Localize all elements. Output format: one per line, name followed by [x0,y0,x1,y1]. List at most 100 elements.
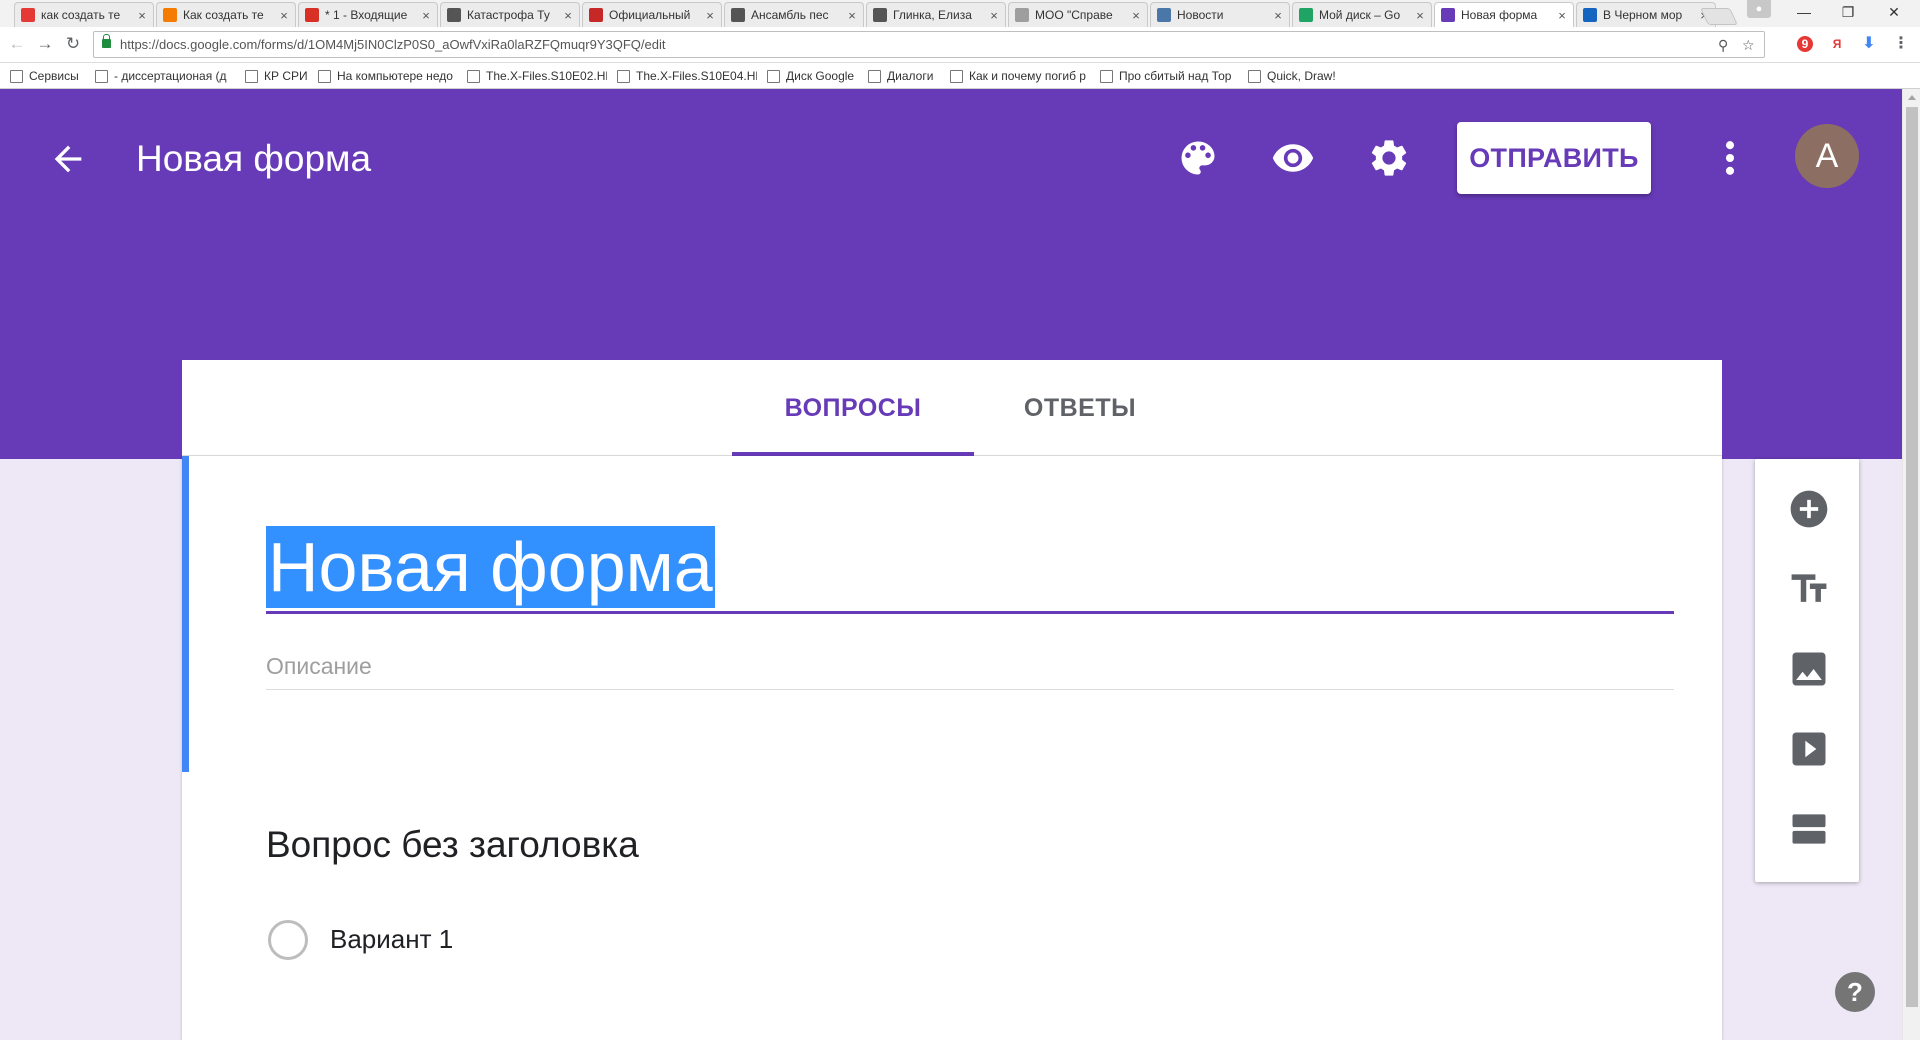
add-image-icon[interactable] [1787,647,1831,691]
tab-questions[interactable]: ВОПРОСЫ [732,360,974,456]
address-bar[interactable]: https://docs.google.com/forms/d/1OM4Mj5I… [93,31,1765,58]
maximize-icon[interactable]: ❐ [1826,0,1870,24]
bookmark-label: Сервисы [29,69,79,83]
close-tab-icon[interactable]: × [703,8,717,23]
bookmark-item[interactable]: Quick, Draw! [1248,69,1336,83]
bookmark-label: The.X-Files.S10E02.HD [486,69,607,83]
yandex-mail-extension-icon[interactable]: 9 [1797,36,1813,52]
bookmark-item[interactable]: The.X-Files.S10E04.HD [617,69,757,83]
browser-tab-title: Как создать те [183,8,264,22]
form-card: Новая форма Описание Вопрос без заголовк… [182,456,1722,1040]
browser-tab-title: Мой диск – Go [1319,8,1401,22]
settings-gear-icon[interactable] [1367,136,1411,180]
more-options-icon[interactable] [1715,136,1745,180]
url-text[interactable]: https://docs.google.com/forms/d/1OM4Mj5I… [120,37,666,52]
browser-tab-title: Глинка, Елиза [893,8,972,22]
browser-tab[interactable]: Официальный × [582,2,722,27]
page-scrollbar[interactable] [1902,89,1920,1040]
page-icon [1015,8,1029,22]
yandex-extension-icon[interactable]: Я [1828,35,1846,53]
folder-icon [245,69,258,83]
bookmark-label: The.X-Files.S10E04.HD [636,69,757,83]
form-title-header[interactable]: Новая форма [136,138,371,180]
browser-tab[interactable]: Как создать те × [156,2,296,27]
zoom-icon[interactable]: ⚲ [1718,37,1728,54]
bookmark-label: Как и почему погиб р [969,69,1086,83]
profile-icon[interactable]: ● [1747,0,1771,18]
browser-tab[interactable]: Мой диск – Go × [1292,2,1432,27]
close-tab-icon[interactable]: × [419,8,433,23]
add-section-icon[interactable] [1787,807,1831,851]
option-label[interactable]: Вариант 1 [330,924,453,955]
scrollbar-thumb[interactable] [1906,107,1918,1007]
form-tabs-bar: ВОПРОСЫ ОТВЕТЫ [182,360,1722,456]
close-window-icon[interactable]: ✕ [1872,0,1916,24]
bookmark-item[interactable]: The.X-Files.S10E02.HD [467,69,607,83]
form-title-input[interactable]: Новая форма [266,526,715,608]
bookmark-item[interactable]: На компьютере недо [318,69,453,83]
close-tab-icon[interactable]: × [1271,8,1285,23]
bookmark-star-icon[interactable]: ☆ [1742,37,1755,54]
browser-tab[interactable]: * 1 - Входящие × [298,2,438,27]
browser-tab[interactable]: В Черном мор× [1576,2,1716,27]
form-description-placeholder[interactable]: Описание [266,653,372,679]
browser-tab[interactable]: Катастрофа Ту × [440,2,580,27]
send-button[interactable]: ОТПРАВИТЬ [1457,122,1651,194]
video-icon [617,69,630,83]
help-button[interactable]: ? [1835,972,1875,1012]
bookmark-label: Диск Google [786,69,855,83]
close-tab-icon[interactable]: × [1555,8,1569,23]
browser-tab[interactable]: Новости × [1150,2,1290,27]
draw-icon [1248,69,1261,83]
form-description-field[interactable]: Описание [266,648,1674,690]
preview-eye-icon[interactable] [1271,136,1315,180]
add-question-icon[interactable] [1787,487,1831,531]
reload-icon[interactable]: ↻ [62,33,84,55]
bookmark-item[interactable]: - диссертационая (д [95,69,227,83]
bookmark-item[interactable]: Как и почему погиб р [950,69,1086,83]
add-video-icon[interactable] [1787,727,1831,771]
minimize-icon[interactable]: — [1782,0,1826,24]
browser-tab[interactable]: как создать те × [14,2,154,27]
browser-tab-title: Катастрофа Ту [467,8,550,22]
close-tab-icon[interactable]: × [845,8,859,23]
close-tab-icon[interactable]: × [277,8,291,23]
form-title-field[interactable]: Новая форма [266,526,1674,614]
back-nav-icon[interactable]: ← [6,33,28,55]
bookmark-item[interactable]: Диск Google [767,69,854,83]
browser-menu-icon[interactable]: ⋮ [1892,35,1910,53]
wikipedia-icon [447,8,461,22]
site-icon [767,69,780,83]
add-title-icon[interactable] [1787,567,1831,611]
browser-tab-title: * 1 - Входящие [325,8,408,22]
option-radio[interactable] [268,920,308,960]
palette-icon[interactable] [1176,136,1220,180]
browser-toolbar: ← → ↻ https://docs.google.com/forms/d/1O… [0,27,1920,63]
tab-responses[interactable]: ОТВЕТЫ [982,360,1178,456]
browser-tab-title: В Черном мор [1603,8,1683,22]
bookmark-item[interactable]: Диалоги [868,69,933,83]
account-avatar[interactable]: A [1795,124,1859,188]
bookmark-item[interactable]: Про сбитый над Тор [1100,69,1231,83]
focus-indicator-bar [182,456,189,772]
close-tab-icon[interactable]: × [135,8,149,23]
question-title[interactable]: Вопрос без заголовка [266,824,639,866]
browser-tab[interactable]: Ансамбль пес × [724,2,864,27]
browser-tab[interactable]: Новая форма × [1434,2,1574,27]
scroll-up-arrow-icon[interactable] [1908,95,1916,100]
download-icon[interactable]: ⬇ [1860,35,1878,53]
close-tab-icon[interactable]: × [1129,8,1143,23]
bookmarks-bar: Сервисы - диссертационая (д КР СРИ На компь… [0,63,1920,89]
bookmark-label: - диссертационая (д [114,69,227,83]
bookmark-label: Диалоги [887,69,934,83]
forward-nav-icon[interactable]: → [34,33,56,55]
browser-tab[interactable]: МОО "Справе × [1008,2,1148,27]
bookmark-item[interactable]: КР СРИ [245,69,308,83]
back-arrow-icon[interactable] [48,139,88,179]
secure-lock-icon [102,34,111,48]
close-tab-icon[interactable]: × [987,8,1001,23]
close-tab-icon[interactable]: × [561,8,575,23]
close-tab-icon[interactable]: × [1413,8,1427,23]
browser-tab[interactable]: Глинка, Елиза × [866,2,1006,27]
bookmark-item[interactable]: Сервисы [10,69,79,83]
